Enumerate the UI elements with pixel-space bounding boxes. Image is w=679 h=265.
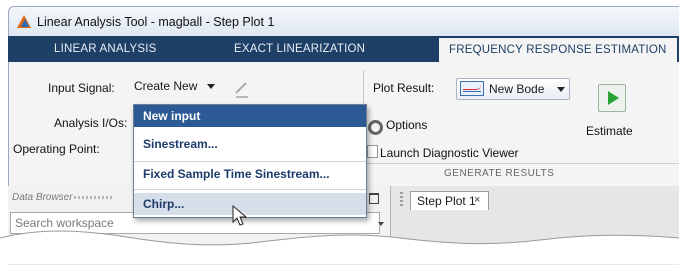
input-signal-label: Input Signal: <box>48 81 115 95</box>
launch-diagnostic-viewer-label[interactable]: Launch Diagnostic Viewer <box>380 146 519 160</box>
tab-step-plot-1[interactable]: Step Plot 1 × <box>410 191 489 210</box>
maximize-icon[interactable] <box>369 193 379 204</box>
menu-item-chirp[interactable]: Chirp... <box>134 193 366 215</box>
generate-results-group-label: GENERATE RESULTS <box>444 168 555 179</box>
input-signal-menu: New input Sinestream... Fixed Sample Tim… <box>133 104 367 218</box>
menu-item-label: Fixed Sample Time Sinestream... <box>143 167 330 181</box>
title-bar: Linear Analysis Tool - magball - Step Pl… <box>8 6 679 37</box>
analysis-ios-label: Analysis I/Os: <box>54 116 128 130</box>
menu-item-fixed-sample-time-sinestream[interactable]: Fixed Sample Time Sinestream... <box>134 163 366 185</box>
window-title: Linear Analysis Tool - magball - Step Pl… <box>37 15 275 29</box>
estimate-label[interactable]: Estimate <box>586 124 633 138</box>
menu-separator <box>134 161 366 162</box>
edit-pencil-base <box>236 96 248 98</box>
data-browser-title: Data Browser <box>12 192 73 203</box>
menu-item-label: Chirp... <box>143 197 185 211</box>
menu-item-label: New input <box>143 109 201 123</box>
menu-item-sinestream[interactable]: Sinestream... <box>134 133 366 155</box>
gear-icon[interactable] <box>368 120 383 135</box>
document-tab-label: Step Plot 1 <box>417 194 476 208</box>
plot-result-value: New Bode <box>489 82 545 96</box>
tab-exact-linearization[interactable]: EXACT LINEARIZATION <box>234 36 365 62</box>
bode-plot-icon <box>460 81 484 96</box>
launch-viewer-checkbox[interactable] <box>367 145 378 158</box>
torn-edge-decoration <box>0 230 679 264</box>
plot-result-dropdown[interactable]: New Bode <box>456 78 570 100</box>
menu-item-label: Sinestream... <box>143 137 218 151</box>
options-button[interactable]: Options <box>386 118 427 132</box>
tab-grip-icon[interactable] <box>400 192 403 206</box>
operating-point-label: Operating Point: <box>13 142 100 156</box>
menu-item-new-input[interactable]: New input <box>134 105 366 127</box>
input-signal-dropdown[interactable]: Create New <box>134 79 230 98</box>
chevron-down-icon <box>206 84 215 90</box>
group-separator <box>366 163 679 164</box>
estimate-run-button[interactable] <box>598 84 626 112</box>
chevron-down-icon <box>557 87 565 92</box>
input-signal-value: Create New <box>134 79 198 93</box>
tab-frequency-response-estimation[interactable]: FREQUENCY RESPONSE ESTIMATION <box>438 37 678 63</box>
panel-grip-dots[interactable] <box>74 196 114 199</box>
linear-analysis-tool-window: Linear Analysis Tool - magball - Step Pl… <box>0 0 679 265</box>
toolstrip-tabs: LINEAR ANALYSIS EXACT LINEARIZATION FREQ… <box>8 36 679 63</box>
matlab-logo-icon <box>17 15 31 28</box>
tab-linear-analysis[interactable]: LINEAR ANALYSIS <box>54 36 157 62</box>
plot-result-label: Plot Result: <box>373 81 435 95</box>
menu-separator <box>134 189 366 190</box>
close-icon[interactable]: × <box>474 194 480 206</box>
